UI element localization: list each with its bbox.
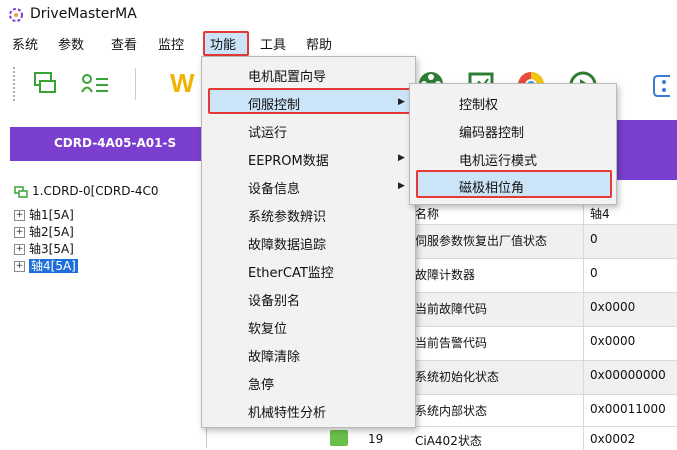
w-icon[interactable]: W xyxy=(170,68,195,99)
table-cell-value: 0x0000 xyxy=(590,300,636,314)
menu-item-param-identification[interactable]: 系统参数辨识 xyxy=(248,206,326,225)
expand-icon[interactable]: + xyxy=(14,261,25,272)
tree-item-axis1[interactable]: + 轴1[5A] xyxy=(14,206,74,223)
menu-item-eeprom[interactable]: EEPROM数据 xyxy=(248,150,329,169)
table-cell-name: 故障计数器 xyxy=(415,268,476,282)
menu-monitor[interactable]: 监控 xyxy=(158,34,184,53)
menu-tools[interactable]: 工具 xyxy=(260,34,286,53)
device-tab-label: CDRD-4A05-A01-S xyxy=(54,136,177,150)
submenu-item-magnetic-pole-phase[interactable]: 磁极相位角 xyxy=(459,177,524,196)
tree-item-axis2[interactable]: + 轴2[5A] xyxy=(14,223,74,240)
table-cell-name: 当前故障代码 xyxy=(415,302,488,316)
menu-system[interactable]: 系统 xyxy=(12,34,38,53)
menu-item-fault-trace[interactable]: 故障数据追踪 xyxy=(248,234,326,253)
tree-item-label: 轴1[5A] xyxy=(29,208,74,222)
submenu-arrow-icon: ▶ xyxy=(398,153,405,163)
submenu-item-encoder-control[interactable]: 编码器控制 xyxy=(459,122,524,141)
menu-item-emergency-stop[interactable]: 急停 xyxy=(248,374,274,393)
table-cell-index: 19 xyxy=(368,432,384,446)
menu-item-mechanical-analysis[interactable]: 机械特性分析 xyxy=(248,402,326,421)
tree-item-axis4[interactable]: + 轴4[5A] xyxy=(14,257,78,274)
table-header-name: 名称 xyxy=(415,207,440,221)
window-title: DriveMasterMA xyxy=(30,6,137,22)
tree-root-label: 1.CDRD-0[CDRD-4C0 xyxy=(32,184,159,198)
menu-parameters[interactable]: 参数 xyxy=(58,34,84,53)
table-cell-name: 当前告警代码 xyxy=(415,336,488,350)
menu-item-trial-run[interactable]: 试运行 xyxy=(248,122,287,141)
column-divider xyxy=(583,200,584,450)
menu-item-clear-fault[interactable]: 故障清除 xyxy=(248,346,300,365)
menu-item-ethercat-monitor[interactable]: EtherCAT监控 xyxy=(248,262,334,281)
menu-help[interactable]: 帮助 xyxy=(306,34,332,53)
menu-function[interactable]: 功能 xyxy=(210,34,236,53)
tree-item-label: 轴3[5A] xyxy=(29,242,74,256)
expand-icon[interactable]: + xyxy=(14,244,25,255)
connect-icon[interactable] xyxy=(32,70,58,96)
table-cell-name: 系统内部状态 xyxy=(415,404,488,418)
menu-item-device-alias[interactable]: 设备别名 xyxy=(248,290,300,309)
expand-icon[interactable]: + xyxy=(14,210,25,221)
tree-item-axis3[interactable]: + 轴3[5A] xyxy=(14,240,74,257)
app-logo-icon xyxy=(9,8,23,22)
menu-item-soft-reset[interactable]: 软复位 xyxy=(248,318,287,337)
tree-item-label: 轴2[5A] xyxy=(29,225,74,239)
table-cell-name: 系统初始化状态 xyxy=(415,370,500,384)
network-icon[interactable] xyxy=(650,72,674,100)
toolbar-grip[interactable] xyxy=(12,66,16,102)
table-cell-value: 0 xyxy=(590,266,598,280)
expand-icon[interactable]: + xyxy=(14,227,25,238)
table-cell-value: 0x0002 xyxy=(590,432,636,446)
table-cell-name: 伺服参数恢复出厂值状态 xyxy=(415,234,548,248)
menu-item-highlight xyxy=(208,88,411,114)
table-cell-value: 0 xyxy=(590,232,598,246)
submenu-arrow-icon: ▶ xyxy=(398,181,405,191)
table-cell-value: 0x00011000 xyxy=(590,402,666,416)
submenu-item-motor-run-mode[interactable]: 电机运行模式 xyxy=(459,150,537,169)
menu-item-servo-control[interactable]: 伺服控制 xyxy=(248,94,300,113)
submenu-arrow-icon: ▶ xyxy=(398,97,405,107)
tree-item-label-selected: 轴4[5A] xyxy=(29,259,78,273)
submenu-item-control-authority[interactable]: 控制权 xyxy=(459,94,498,113)
menu-item-device-info[interactable]: 设备信息 xyxy=(248,178,300,197)
table-cell-name: CiA402状态 xyxy=(415,434,482,448)
tree-root[interactable]: 1.CDRD-0[CDRD-4C0 xyxy=(14,184,158,198)
table-header-value: 轴4 xyxy=(590,207,610,221)
toolbar-separator xyxy=(135,68,136,100)
menu-item-motor-config-wizard[interactable]: 电机配置向导 xyxy=(248,66,326,85)
table-cell-value: 0x0000 xyxy=(590,334,636,348)
user-list-icon[interactable] xyxy=(80,72,110,96)
row-status-icon xyxy=(330,430,348,446)
menu-view[interactable]: 查看 xyxy=(111,34,137,53)
device-icon xyxy=(14,185,28,198)
menu-bar xyxy=(0,31,677,53)
table-cell-value: 0x00000000 xyxy=(590,368,666,382)
